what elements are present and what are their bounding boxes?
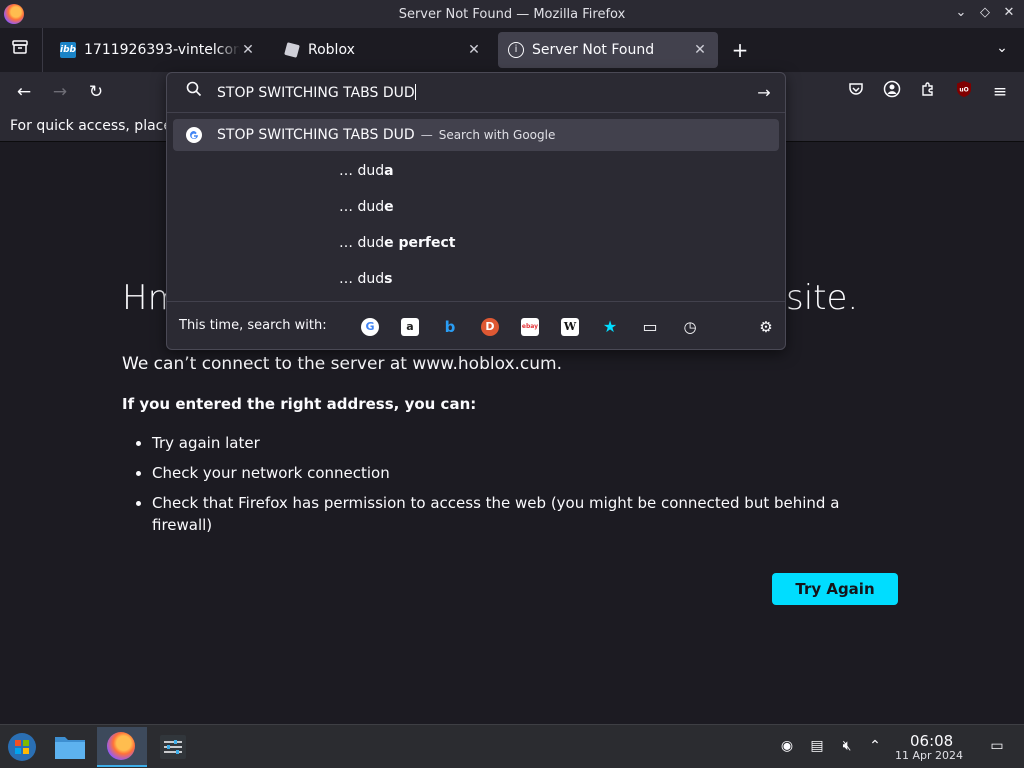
maximize-icon[interactable]: ◇	[978, 4, 992, 22]
extensions-puzzle-icon[interactable]	[916, 80, 940, 104]
taskbar-settings[interactable]	[152, 727, 196, 767]
tabs-icon[interactable]: ▭	[641, 318, 659, 336]
firefox-view-button[interactable]	[8, 38, 32, 62]
tab-label: Roblox	[308, 42, 355, 58]
try-again-button[interactable]: Try Again	[772, 573, 898, 605]
folder-icon	[55, 737, 85, 759]
taskbar-firefox[interactable]	[97, 727, 147, 767]
window-controls: ⌄ ◇ ✕	[954, 4, 1016, 22]
search-suggestion[interactable]: … dude	[339, 199, 394, 215]
suggestion-separator: —	[420, 128, 433, 142]
suggestion-prefix: … dud	[339, 271, 385, 287]
start-menu-button[interactable]	[0, 727, 44, 767]
roblox-icon	[284, 42, 300, 58]
minimize-icon[interactable]: ⌄	[954, 4, 968, 22]
forward-arrow-icon[interactable]: →	[48, 80, 72, 104]
taskbar: ◉ ▤ 🔇︎ ⌃ 06:08 11 Apr 2024 ▭	[0, 724, 1024, 768]
google-icon	[186, 127, 202, 143]
one-off-search-bar: This time, search with: G a b D ebay W ★…	[167, 301, 785, 349]
clock-date[interactable]: 11 Apr 2024	[895, 749, 963, 762]
bookmarks-hint: For quick access, place	[10, 118, 172, 134]
wikipedia-engine-icon[interactable]: W	[561, 318, 579, 336]
system-settings-icon	[160, 735, 186, 759]
suggestion-action: Search with Google	[438, 128, 556, 142]
suggestion-completion: s	[384, 271, 393, 287]
tab-list-chevron-icon[interactable]: ⌄	[992, 40, 1012, 60]
clock-time[interactable]: 06:08	[910, 732, 953, 750]
tab-strip: ibb 1711926393-vintelcomp ✕ Roblox ✕ i S…	[0, 28, 1024, 72]
tab-label: Server Not Found	[532, 42, 655, 58]
hamburger-menu-icon[interactable]: ≡	[988, 80, 1012, 104]
tab-close-icon[interactable]: ✕	[466, 42, 482, 58]
gear-icon[interactable]: ⚙	[757, 318, 775, 336]
go-arrow-icon[interactable]: →	[753, 82, 775, 104]
search-suggestion[interactable]: … duda	[339, 163, 394, 179]
new-tab-button[interactable]: +	[730, 40, 750, 60]
reload-icon[interactable]: ↻	[84, 80, 108, 104]
ublock-origin-icon[interactable]: uO	[952, 80, 976, 104]
list-item: Check that Firefox has permission to acc…	[152, 492, 852, 536]
close-icon[interactable]: ✕	[1002, 4, 1016, 22]
ebay-engine-icon[interactable]: ebay	[521, 318, 539, 336]
tab-close-icon[interactable]: ✕	[692, 42, 708, 58]
tab-separator	[42, 28, 43, 72]
tab-label: 1711926393-vintelcomp	[84, 42, 240, 58]
network-icon[interactable]: ◉	[778, 737, 796, 755]
suggestion-prefix: … dud	[339, 163, 385, 179]
history-clock-icon[interactable]: ◷	[681, 318, 699, 336]
search-suggestion[interactable]: … duds	[339, 271, 392, 287]
window-title: Server Not Found — Mozilla Firefox	[398, 6, 626, 22]
bing-engine-icon[interactable]: b	[441, 318, 459, 336]
suggestion-text: STOP SWITCHING TABS DUD	[217, 127, 415, 143]
error-title-end: site.	[786, 278, 859, 318]
ibb-icon: ibb	[60, 42, 76, 58]
start-orb-icon	[8, 733, 36, 761]
suggestion-completion: e perfect	[384, 235, 456, 251]
search-icon	[183, 81, 205, 103]
error-description: We can’t connect to the server at www.ho…	[122, 354, 563, 374]
window-titlebar: Server Not Found — Mozilla Firefox ⌄ ◇ ✕	[0, 0, 1024, 28]
firefox-icon	[107, 732, 135, 760]
suggestion-prefix: … dud	[339, 199, 385, 215]
volume-muted-icon[interactable]: 🔇︎	[838, 737, 856, 755]
info-icon: i	[508, 42, 524, 58]
tab-server-not-found[interactable]: i Server Not Found ✕	[498, 32, 718, 68]
error-subheading: If you entered the right address, you ca…	[122, 395, 477, 413]
amazon-engine-icon[interactable]: a	[401, 318, 419, 336]
show-desktop-icon[interactable]: ▭	[988, 737, 1006, 755]
pocket-icon[interactable]	[844, 80, 868, 104]
back-arrow-icon[interactable]: ←	[12, 80, 36, 104]
urlbar-dropdown: STOP SWITCHING TABS DUD → STOP SWITCHING…	[166, 72, 786, 350]
suggestion-prefix: … dud	[339, 235, 385, 251]
list-item: Try again later	[152, 432, 852, 454]
account-icon[interactable]	[880, 80, 904, 104]
list-item: Check your network connection	[152, 462, 852, 484]
suggestion-completion: e	[384, 199, 394, 215]
taskbar-file-manager[interactable]	[48, 727, 92, 767]
tray-expand-chevron-icon[interactable]: ⌃	[866, 737, 884, 755]
svg-text:uO: uO	[959, 87, 968, 94]
one-off-label: This time, search with:	[179, 318, 327, 333]
google-engine-icon[interactable]: G	[361, 318, 379, 336]
bookmarks-star-icon[interactable]: ★	[601, 318, 619, 336]
suggestion-completion: a	[384, 163, 394, 179]
tab-close-icon[interactable]: ✕	[240, 42, 256, 58]
tab-vintelcomp[interactable]: ibb 1711926393-vintelcomp ✕	[50, 32, 266, 68]
error-suggestions-list: Try again later Check your network conne…	[152, 432, 852, 544]
url-input-row[interactable]: STOP SWITCHING TABS DUD →	[167, 73, 785, 113]
clipboard-icon[interactable]: ▤	[808, 737, 826, 755]
search-suggestion-main[interactable]: STOP SWITCHING TABS DUD — Search with Go…	[173, 119, 779, 151]
tab-roblox[interactable]: Roblox ✕	[274, 32, 492, 68]
url-input[interactable]: STOP SWITCHING TABS DUD	[217, 84, 416, 101]
firefox-view-icon	[12, 40, 28, 54]
search-suggestion[interactable]: … dude perfect	[339, 235, 455, 251]
firefox-logo-icon	[4, 4, 24, 24]
duckduckgo-engine-icon[interactable]: D	[481, 318, 499, 336]
